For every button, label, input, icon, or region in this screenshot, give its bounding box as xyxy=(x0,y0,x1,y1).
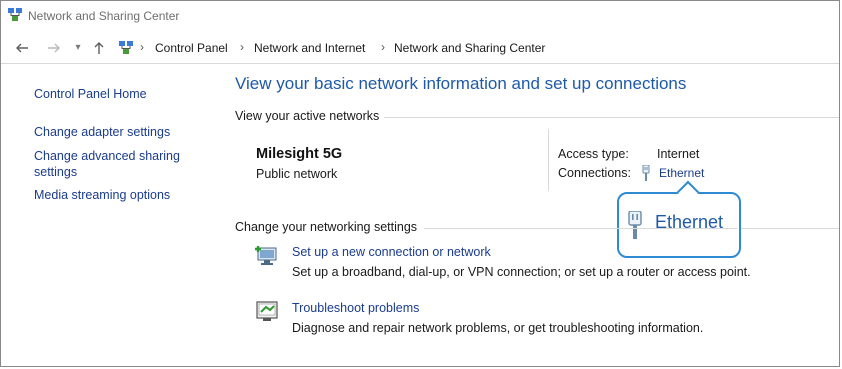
network-info-divider xyxy=(548,129,549,191)
setup-connection-link[interactable]: Set up a new connection or network xyxy=(292,245,491,259)
address-divider xyxy=(1,63,839,64)
sidebar-item-control-panel-home[interactable]: Control Panel Home xyxy=(34,86,147,102)
section-divider xyxy=(424,228,737,229)
sidebar-item-media-streaming[interactable]: Media streaming options xyxy=(34,187,170,203)
troubleshoot-icon xyxy=(256,301,278,321)
control-panel-icon xyxy=(119,41,133,54)
change-settings-heading: Change your networking settings xyxy=(235,220,418,234)
section-divider xyxy=(741,228,839,229)
chevron-right-icon: › xyxy=(381,40,385,54)
network-name: Milesight 5G xyxy=(256,146,343,162)
callout-label: Ethernet xyxy=(655,212,724,232)
sidebar-item-change-adapter-settings[interactable]: Change adapter settings xyxy=(34,124,170,140)
ethernet-plug-icon xyxy=(642,165,650,181)
up-button[interactable] xyxy=(88,37,110,59)
breadcrumb-control-panel[interactable]: Control Panel xyxy=(155,41,228,55)
forward-button[interactable] xyxy=(43,37,65,59)
ethernet-connection-link[interactable]: Ethernet xyxy=(659,166,704,180)
window-title: Network and Sharing Center xyxy=(28,9,180,23)
chevron-right-icon: › xyxy=(140,40,144,54)
active-networks-heading: View your active networks xyxy=(235,109,380,123)
troubleshoot-description: Diagnose and repair network problems, or… xyxy=(292,321,704,335)
arrow-up-icon xyxy=(94,41,104,54)
breadcrumb-network-internet[interactable]: Network and Internet xyxy=(254,41,365,55)
connections-label: Connections: xyxy=(558,166,631,180)
page-title: View your basic network information and … xyxy=(235,74,687,93)
access-type-label: Access type: xyxy=(558,147,629,161)
arrow-right-icon xyxy=(48,43,60,53)
address-bar: ▾ › Control Panel › Network and Internet… xyxy=(1,34,839,62)
ethernet-plug-icon xyxy=(628,211,642,239)
network-category-link: Public network xyxy=(256,167,338,181)
sidebar-item-change-advanced-sharing[interactable]: Change advanced sharing settings xyxy=(34,148,194,180)
section-divider xyxy=(384,117,839,118)
recent-locations-dropdown[interactable]: ▾ xyxy=(67,37,89,59)
chevron-right-icon: › xyxy=(240,40,244,54)
ethernet-callout: Ethernet xyxy=(617,192,741,258)
setup-connection-description: Set up a broadband, dial-up, or VPN conn… xyxy=(292,265,751,279)
network-center-icon xyxy=(8,8,22,21)
arrow-left-icon xyxy=(16,43,28,53)
troubleshoot-link[interactable]: Troubleshoot problems xyxy=(292,301,419,315)
breadcrumb-network-sharing-center[interactable]: Network and Sharing Center xyxy=(394,41,545,55)
title-bar: Network and Sharing Center xyxy=(1,1,839,31)
network-sharing-center-window: Network and Sharing Center ▾ › Control P… xyxy=(0,0,840,367)
back-button[interactable] xyxy=(11,37,33,59)
new-connection-icon xyxy=(255,246,277,265)
access-type-value: Internet xyxy=(657,147,700,161)
